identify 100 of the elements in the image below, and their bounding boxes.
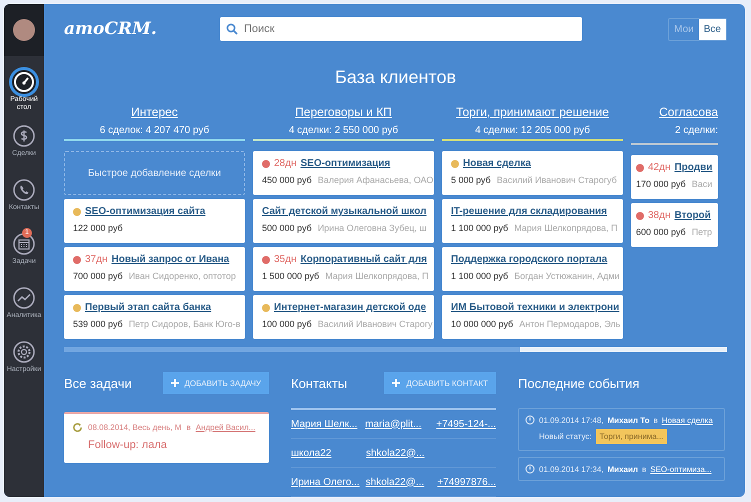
deal-card[interactable]: Новая сделка 5 000 руб Василий Иванович Старогуб <box>442 151 623 196</box>
deal-title-link[interactable]: Второй <box>674 210 711 221</box>
deal-contact: Петр <box>692 227 712 237</box>
deal-title-link[interactable]: Новый запрос от Ивана <box>111 254 230 266</box>
event-user: Михаил То <box>608 416 650 424</box>
filter-tab[interactable]: Все <box>698 18 726 40</box>
dashboard-icon <box>12 70 36 94</box>
deal-price: 100 000 руб <box>262 319 312 330</box>
page-title: База клиентов <box>334 66 458 89</box>
deal-contact: Антон Пермодаров, Эль <box>519 319 620 330</box>
deal-price: 1 100 000 руб <box>451 223 508 234</box>
deal-title-link[interactable]: Сайт детской музыкальной школ <box>262 206 427 218</box>
stage-title[interactable]: Интерес <box>131 105 178 119</box>
deal-price: 500 000 руб <box>262 223 312 234</box>
deal-contact: Ирина Олеговна Зубец, ш <box>318 223 427 234</box>
deal-contact: Василий Иванович Старогуб <box>496 175 617 186</box>
search-icon <box>226 23 238 35</box>
deal-price: 539 000 руб <box>73 319 123 330</box>
clock-icon <box>525 415 535 425</box>
deal-title-link[interactable]: Интернет-магазин детской оде <box>274 302 426 314</box>
deal-title-link[interactable]: Первый этап сайта банка <box>85 302 212 314</box>
deal-price: 450 000 руб <box>262 175 312 186</box>
deal-title-link[interactable]: Корпоративный сайт для <box>300 254 427 266</box>
stage-title[interactable]: Торги, принимают решение <box>456 105 609 119</box>
deal-age: 28дн <box>274 158 296 170</box>
deal-age: 38дн <box>648 210 670 221</box>
deal-card[interactable]: 37дн Новый запрос от Ивана 700 000 руб Иван Сидоренко, оптотор <box>64 247 245 292</box>
deal-price: 700 000 руб <box>73 271 123 282</box>
deal-contact: Мария Шелкопрядова, П <box>325 271 429 282</box>
deal-card[interactable]: Поддержка городского портала 1 100 000 руб Богдан Устюжанин, Адми <box>442 247 623 292</box>
task-date: 08.08.2014, Весь день, М <box>88 423 182 432</box>
deal-card[interactable]: 28дн SEO-оптимизация 450 000 руб Валерия Афанасьева, ОАО <box>253 151 434 196</box>
contact-phone-link[interactable]: +7495-124-... <box>436 418 496 430</box>
status-label: Новый статус: <box>539 432 592 441</box>
deal-title-link[interactable]: IT-решение для складирования <box>451 206 607 218</box>
contact-email-link[interactable]: maria@plit... <box>365 418 436 430</box>
section-title: Контакты <box>291 376 348 390</box>
logo: amoCRM. <box>64 19 158 39</box>
deal-title-link[interactable]: Новая сделка <box>463 158 531 170</box>
section-title: Последние события <box>518 376 640 390</box>
deal-title-link[interactable]: SEO-оптимизация <box>300 158 390 170</box>
deal-card[interactable]: 35дн Корпоративный сайт для 1 500 000 руб Мария Шелкопрядова, П <box>253 247 434 292</box>
clock-icon <box>525 464 535 474</box>
contact-phone-link[interactable]: +74997876... <box>437 476 496 488</box>
stage-summary: 4 сделки: 2 550 000 руб <box>288 125 398 136</box>
deal-contact: Петр Сидоров, Банк Юго-в <box>128 319 240 330</box>
deal-contact: Васи <box>692 179 712 189</box>
deal-age: 37дн <box>85 254 108 266</box>
search-field[interactable]: Поиск <box>220 17 582 41</box>
deal-title-link[interactable]: Продви <box>674 162 712 173</box>
plus-icon <box>392 379 400 387</box>
deal-price: 1 100 000 руб <box>451 271 508 282</box>
deal-contact: Иван Сидоренко, оптотор <box>128 271 236 282</box>
deal-card[interactable]: ИМ Бытовой техники и электрони 10 000 000 руб Антон Пермодаров, Эль <box>442 295 623 340</box>
deal-card[interactable]: Первый этап сайта банка 539 000 руб Петр Сидоров, Банк Юго-в <box>64 295 245 340</box>
deal-title-link[interactable]: Поддержка городского портала <box>451 254 608 266</box>
status-tag: Торги, принима... <box>596 429 668 444</box>
task-text: Follow-up: лала <box>88 439 168 451</box>
deal-age: 42дн <box>648 162 670 173</box>
stage-title[interactable]: Согласова <box>659 105 718 119</box>
deal-title-link[interactable]: ИМ Бытовой техники и электрони <box>451 302 620 314</box>
event-deal-link[interactable]: Новая сделка <box>662 416 713 424</box>
deal-contact: Мария Шелкопрядова, П <box>514 223 618 234</box>
deals-icon <box>12 124 36 148</box>
avatar[interactable] <box>13 19 35 41</box>
analytics-icon <box>12 286 36 310</box>
deal-price: 1 500 000 руб <box>262 271 320 282</box>
deal-card[interactable]: Интернет-магазин детской оде 100 000 руб Василий Иванович Старогу <box>253 295 434 340</box>
plus-icon <box>170 379 179 387</box>
deal-card[interactable]: IT-решение для складирования 1 100 000 руб Мария Шелкопрядова, П <box>442 199 623 244</box>
contact-email-link[interactable]: shkola22@... <box>366 448 438 458</box>
refresh-icon <box>72 422 83 433</box>
event-time: 01.09.2014 17:34, <box>539 464 604 474</box>
contact-name-link[interactable]: Ирина Олего... <box>291 476 366 488</box>
settings-icon <box>12 340 36 364</box>
event-preposition: в <box>642 464 646 474</box>
event-time: 01.09.2014 17:48, <box>539 416 604 424</box>
deal-contact: Валерия Афанасьева, ОАО <box>318 175 434 186</box>
deal-title-link[interactable]: SEO-оптимизация сайта <box>85 206 206 218</box>
task-preposition: в <box>186 423 191 432</box>
deal-card[interactable]: 42дн Продви 170 000 руб Васи <box>631 155 718 199</box>
deal-card[interactable]: Сайт детской музыкальной школ 500 000 руб Ирина Олеговна Зубец, ш <box>253 199 434 244</box>
event-user: Михаил <box>608 464 638 474</box>
stage-title[interactable]: Переговоры и КП <box>295 105 392 119</box>
event-deal-link[interactable]: SEO-оптимиза... <box>650 464 712 474</box>
deal-contact: Богдан Устюжанин, Адми <box>514 271 620 282</box>
deal-contact: Василий Иванович Старогу <box>318 319 432 330</box>
stage-summary: 6 сделок: 4 207 470 руб <box>100 125 210 136</box>
section-title: Все задачи <box>64 376 132 390</box>
scrollbar[interactable] <box>64 347 727 352</box>
deal-price: 170 000 руб <box>636 179 686 189</box>
deal-price: 5 000 руб <box>451 175 491 186</box>
contact-email-link[interactable]: shkola22@... <box>366 476 438 488</box>
contact-name-link[interactable]: Мария Шелк... <box>291 418 366 430</box>
stage-summary: 2 сделки: <box>675 125 718 136</box>
contact-name-link[interactable]: школа22 <box>291 448 366 458</box>
deal-card[interactable]: 38дн Второй 600 000 руб Петр <box>631 203 718 247</box>
stage-summary: 4 сделки: 12 205 000 руб <box>475 125 590 136</box>
deal-card[interactable]: SEO-оптимизация сайта 122 000 руб <box>64 199 245 244</box>
event-preposition: в <box>654 416 658 424</box>
